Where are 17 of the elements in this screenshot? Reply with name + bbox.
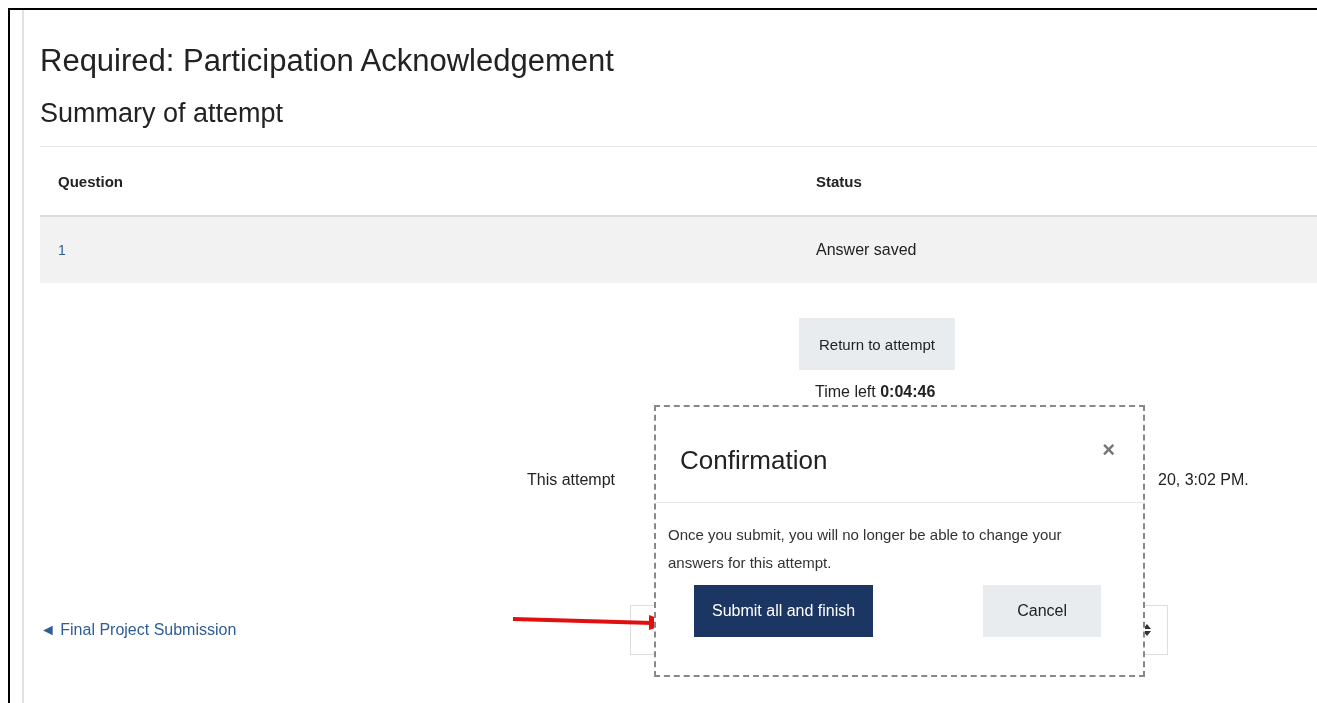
previous-activity-link[interactable]: ◄ Final Project Submission — [40, 621, 630, 639]
page-subtitle: Summary of attempt — [40, 97, 284, 130]
page-title: Required: Participation Acknowledgement — [40, 42, 614, 80]
column-header: Question — [57, 172, 123, 190]
dialog-message: Once you submit, you will no longer be able to change your answers for this attempt. — [668, 525, 1063, 573]
attempt-note-text: This attempt — [527, 470, 616, 490]
status-cell-text: Answer saved — [815, 241, 917, 259]
time-left: Time left 0:04:46 — [815, 382, 936, 402]
return-to-attempt-button[interactable]: Return to attempt — [799, 318, 955, 370]
cancel-button[interactable]: Cancel — [983, 585, 1101, 637]
close-button[interactable]: × — [1098, 439, 1119, 461]
dialog-title: Confirmation — [680, 444, 828, 477]
column-header: Status — [815, 172, 862, 190]
question-link[interactable]: 1 — [40, 242, 66, 258]
sort-caret-icon — [1143, 624, 1151, 636]
submit-button[interactable]: Submit all and finish — [694, 585, 874, 637]
attempt-note-text: 20, 3:02 PM. — [1158, 470, 1249, 490]
